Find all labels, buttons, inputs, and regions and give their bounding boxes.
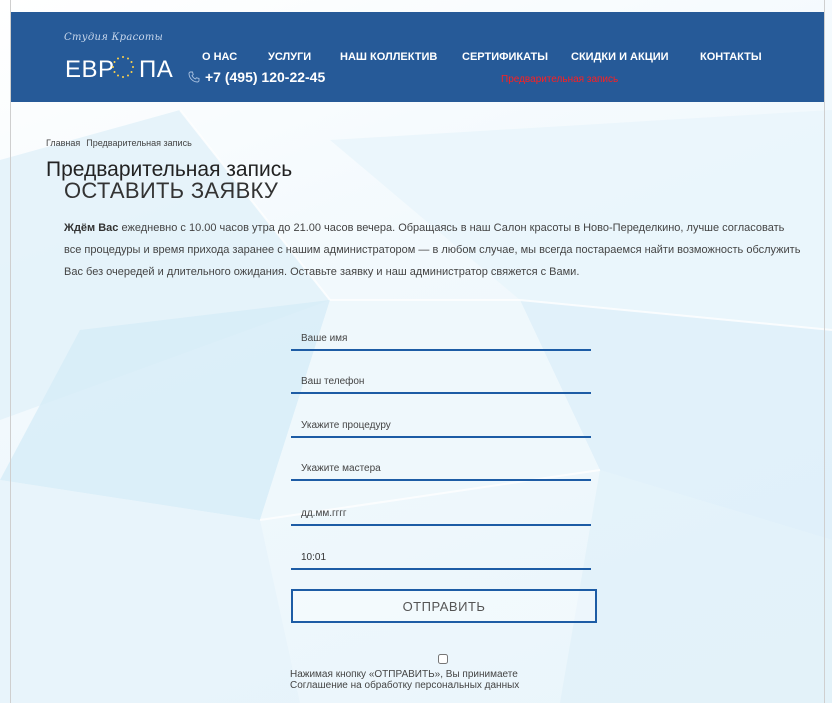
date-input[interactable] [291,502,591,526]
nav-team[interactable]: НАШ КОЛЛЕКТИВ [340,51,437,63]
agree-text-line2[interactable]: Соглашение на обработку персональных дан… [290,680,590,691]
agree-text: Нажимая кнопку «ОТПРАВИТЬ», Вы принимает… [290,669,590,691]
booking-link[interactable]: Предварительная запись [501,74,618,85]
breadcrumb-home[interactable]: Главная [46,138,80,148]
nav-certificates[interactable]: СЕРТИФИКАТЫ [462,51,548,63]
phone-icon [188,71,200,83]
nav-discounts[interactable]: СКИДКИ И АКЦИИ [571,51,669,63]
breadcrumb-current: Предварительная запись [86,138,192,148]
nav-about[interactable]: О НАС [202,51,237,63]
intro-highlight: Ждём Вас [64,222,119,234]
intro-paragraph: Ждём Вас ежедневно с 10.00 часов утра до… [64,217,804,283]
time-input[interactable] [291,546,591,570]
site-header: Студия Красоты ЕВР ПА О НАС УСЛУГИ НАШ К… [11,12,824,102]
logo-tagline: Студия Красоты [64,32,164,43]
intro-text: ежедневно с 10.00 часов утра до 21.00 ча… [64,222,801,278]
master-input[interactable] [291,457,591,481]
nav-contacts[interactable]: КОНТАКТЫ [700,51,762,63]
breadcrumb: Главная Предварительная запись [46,138,192,148]
frame-border-right [824,0,825,703]
agree-checkbox[interactable] [438,654,448,664]
section-title: ОСТАВИТЬ ЗАЯВКУ [64,178,279,203]
agree-text-line1: Нажимая кнопку «ОТПРАВИТЬ», Вы принимает… [290,669,518,680]
header-phone-link[interactable]: +7 (495) 120-22-45 [205,69,325,85]
nav-services[interactable]: УСЛУГИ [268,51,311,63]
procedure-input[interactable] [291,414,591,438]
phone-input[interactable] [291,370,591,394]
logo-stars-icon [112,56,134,78]
submit-button[interactable]: ОТПРАВИТЬ [291,589,597,623]
name-input[interactable] [291,327,591,351]
frame-border-left [10,0,11,703]
